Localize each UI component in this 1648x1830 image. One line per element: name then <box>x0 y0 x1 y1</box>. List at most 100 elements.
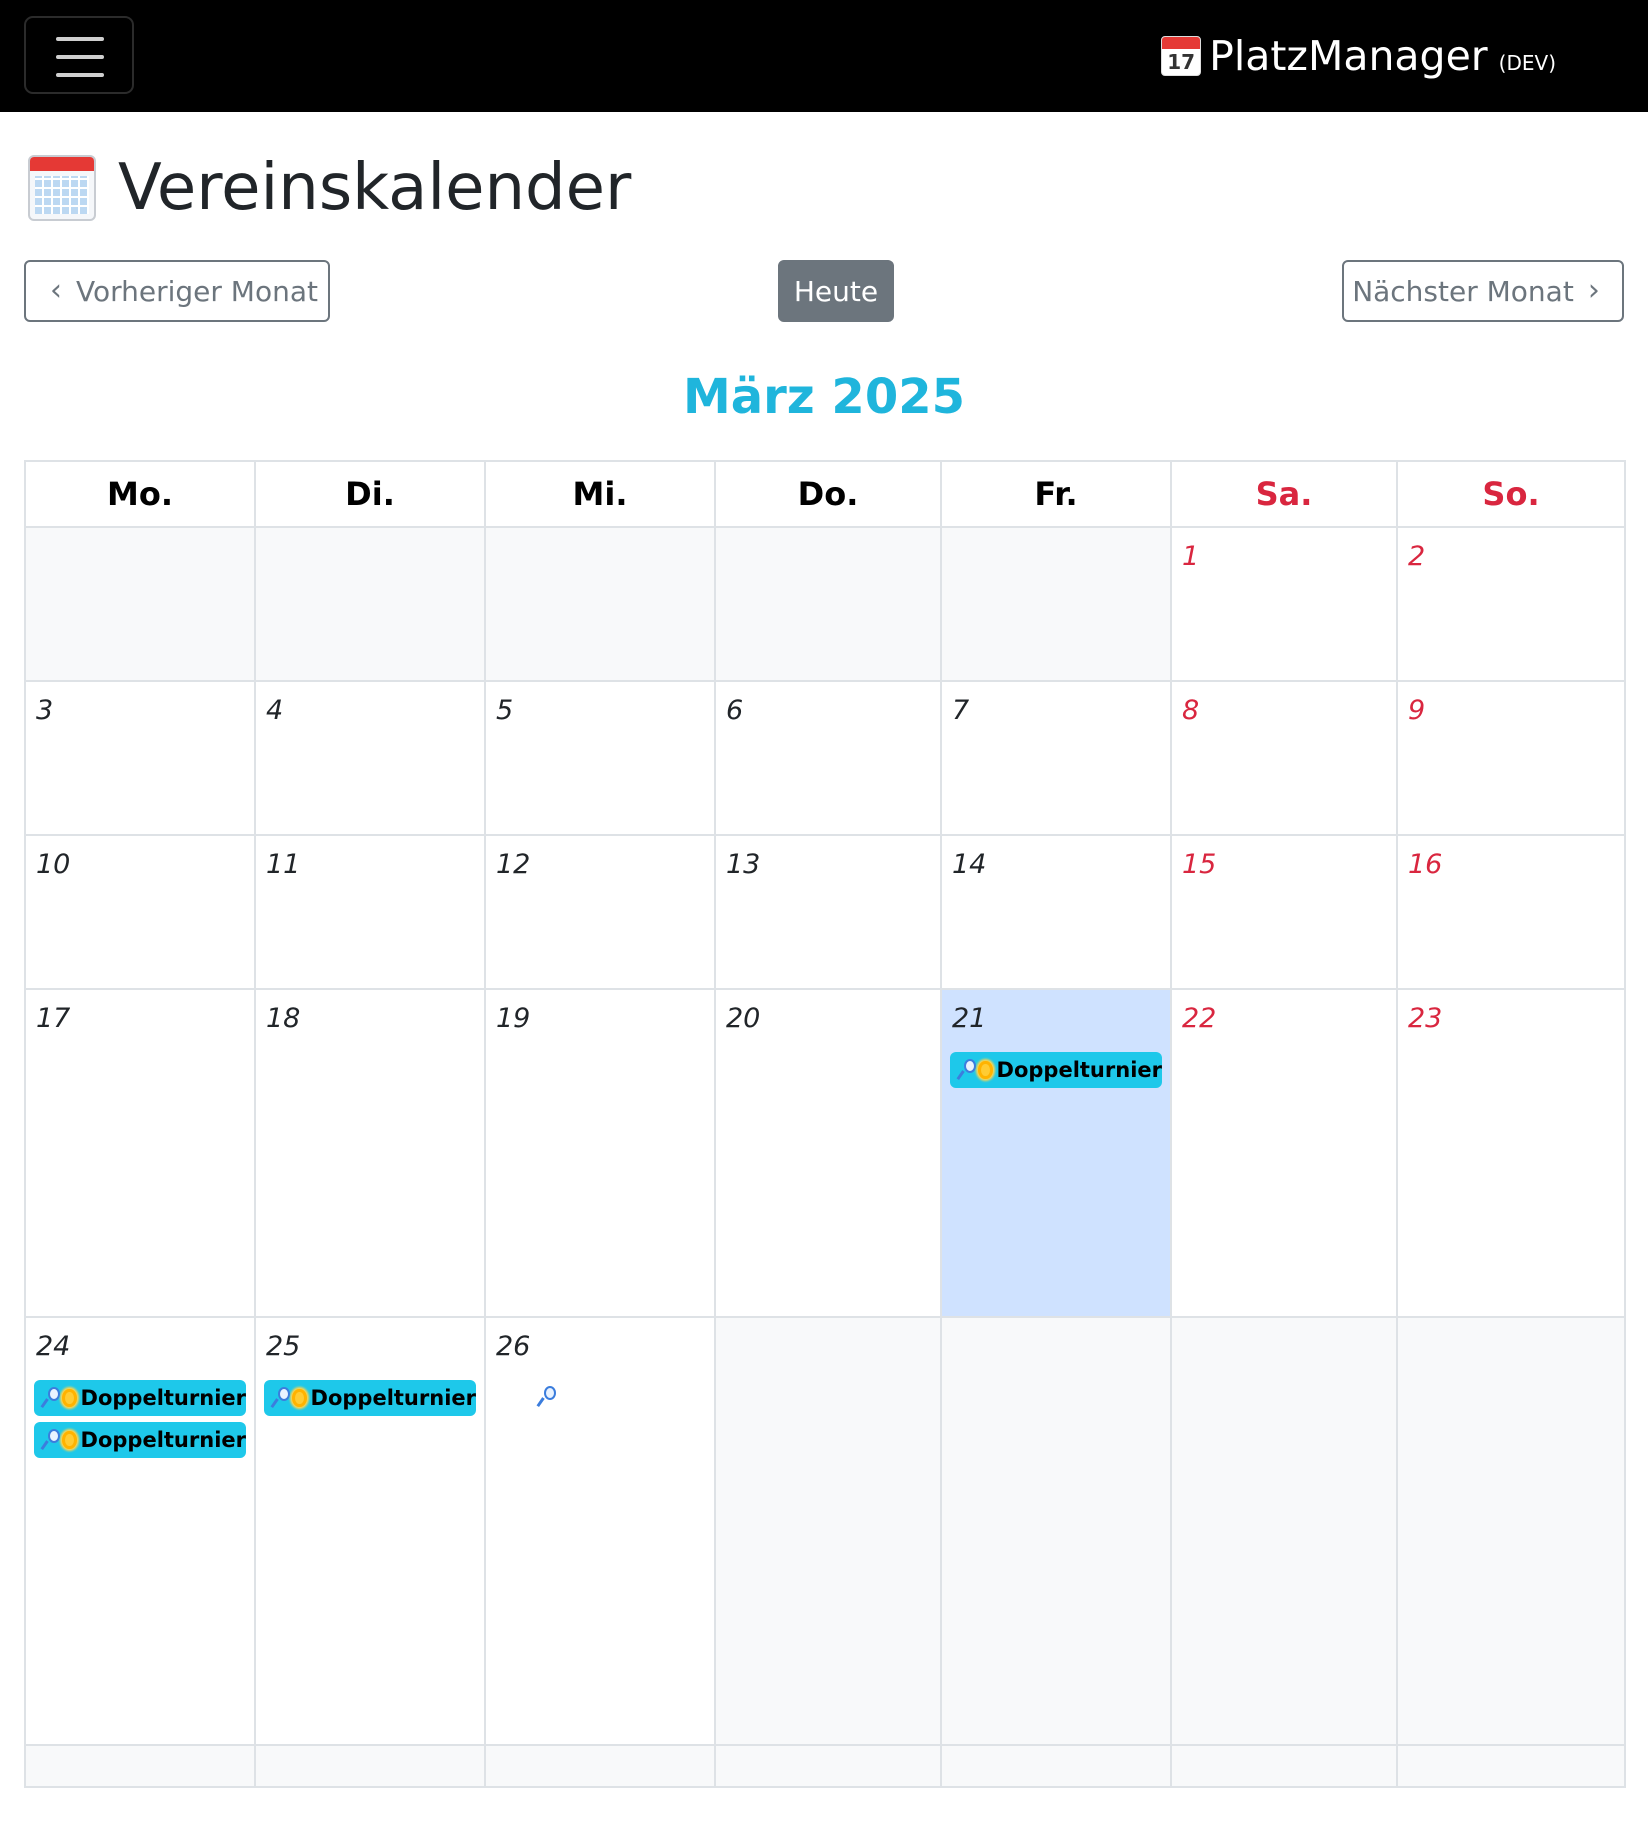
brand-link[interactable]: 17 PlatzManager (DEV) <box>1161 30 1556 82</box>
event-list: Doppelturnier <box>264 1380 476 1422</box>
day-cell[interactable]: 12 <box>484 834 716 990</box>
day-number: 15 <box>1182 849 1217 880</box>
day-cell[interactable]: 20 <box>714 988 942 1318</box>
today-button[interactable]: Heute <box>778 260 894 322</box>
weekday-header: Mi. <box>484 460 716 528</box>
event-chip[interactable]: Doppelturnier <box>34 1380 246 1416</box>
day-number: 5 <box>496 695 514 726</box>
chevron-right-icon: › <box>1587 273 1600 308</box>
event-chip[interactable]: Doppelturnier <box>950 1052 1162 1088</box>
day-number: 7 <box>952 695 970 726</box>
week-row: 3 4 5 6 7 8 9 <box>24 680 1626 836</box>
empty-day-cell <box>254 526 486 682</box>
sun-icon <box>62 1389 77 1407</box>
hamburger-icon-bar <box>56 73 104 77</box>
day-cell[interactable]: 9 <box>1396 680 1626 836</box>
day-cell[interactable]: 5 <box>484 680 716 836</box>
day-number: 13 <box>726 849 761 880</box>
tennis-racket-icon[interactable] <box>538 1386 558 1408</box>
event-chip[interactable]: Doppelturnier <box>264 1380 476 1416</box>
empty-day-cell <box>1170 1744 1398 1788</box>
tennis-racket-icon <box>272 1387 291 1409</box>
previous-month-button[interactable]: ‹ Vorheriger Monat <box>24 260 330 322</box>
tennis-racket-icon <box>958 1059 977 1081</box>
empty-day-cell <box>1170 1316 1398 1746</box>
event-chip[interactable]: Doppelturnier <box>34 1422 246 1458</box>
sun-icon <box>978 1061 993 1079</box>
weekday-header: Di. <box>254 460 486 528</box>
day-cell[interactable]: 6 <box>714 680 942 836</box>
day-number: 20 <box>726 1003 761 1034</box>
day-number: 14 <box>952 849 987 880</box>
day-cell[interactable]: 8 <box>1170 680 1398 836</box>
day-number: 3 <box>36 695 54 726</box>
page-title: Vereinskalender <box>118 151 632 225</box>
calendar-icon <box>28 155 96 221</box>
day-cell[interactable]: 11 <box>254 834 486 990</box>
empty-day-cell <box>940 1316 1172 1746</box>
today-label: Heute <box>793 274 879 308</box>
day-cell[interactable]: 22 <box>1170 988 1398 1318</box>
day-cell[interactable]: 1 <box>1170 526 1398 682</box>
empty-day-cell <box>714 1744 942 1788</box>
day-number: 6 <box>726 695 744 726</box>
event-title: Doppelturnier <box>80 1386 246 1410</box>
day-number: 12 <box>496 849 531 880</box>
day-cell[interactable]: 26 <box>484 1316 716 1746</box>
calendar-icon-day: 17 <box>1167 50 1196 74</box>
day-number: 10 <box>36 849 71 880</box>
day-number: 19 <box>496 1003 531 1034</box>
day-number: 25 <box>266 1331 301 1362</box>
empty-day-cell <box>714 1316 942 1746</box>
week-row <box>24 1744 1626 1788</box>
sun-icon <box>62 1431 77 1449</box>
event-title: Doppelturnier <box>996 1058 1162 1082</box>
day-number: 4 <box>266 695 284 726</box>
day-cell[interactable]: 7 <box>940 680 1172 836</box>
day-cell[interactable]: 4 <box>254 680 486 836</box>
week-row: 17 18 19 20 21 Doppelturnier 22 23 <box>24 988 1626 1318</box>
day-number: 11 <box>266 849 301 880</box>
empty-day-cell <box>940 1744 1172 1788</box>
next-month-button[interactable]: Nächster Monat › <box>1342 260 1624 322</box>
day-cell[interactable]: 13 <box>714 834 942 990</box>
top-navbar: 17 PlatzManager (DEV) <box>0 0 1648 112</box>
sun-icon <box>292 1389 307 1407</box>
menu-toggle-button[interactable] <box>24 16 134 94</box>
day-cell[interactable]: 14 <box>940 834 1172 990</box>
weekday-header: Sa. <box>1170 460 1398 528</box>
day-number: 16 <box>1408 849 1443 880</box>
day-cell[interactable]: 10 <box>24 834 256 990</box>
day-cell[interactable]: 17 <box>24 988 256 1318</box>
event-list: Doppelturnier <box>950 1052 1162 1094</box>
empty-day-cell <box>254 1744 486 1788</box>
day-cell[interactable]: 2 <box>1396 526 1626 682</box>
day-cell[interactable]: 24 Doppelturnier Doppelturnier <box>24 1316 256 1746</box>
event-title: Doppelturnier <box>310 1386 476 1410</box>
calendar-icon: 17 <box>1161 36 1202 76</box>
day-number: 2 <box>1408 541 1426 572</box>
day-cell[interactable]: 3 <box>24 680 256 836</box>
day-cell-today[interactable]: 21 Doppelturnier <box>940 988 1172 1318</box>
day-cell[interactable]: 23 <box>1396 988 1626 1318</box>
week-row: 10 11 12 13 14 15 16 <box>24 834 1626 990</box>
week-row: 24 Doppelturnier Doppelturnier 25 Doppel… <box>24 1316 1626 1746</box>
weekday-header: Do. <box>714 460 942 528</box>
day-cell[interactable]: 15 <box>1170 834 1398 990</box>
day-number: 23 <box>1408 1003 1443 1034</box>
week-row: 1 2 <box>24 526 1626 682</box>
tennis-racket-icon <box>42 1429 61 1451</box>
day-cell[interactable]: 19 <box>484 988 716 1318</box>
brand-env-badge: (DEV) <box>1498 51 1556 75</box>
next-month-label: Nächster Monat <box>1352 274 1574 308</box>
weekday-header-row: Mo. Di. Mi. Do. Fr. Sa. So. <box>24 460 1626 528</box>
day-cell[interactable]: 25 Doppelturnier <box>254 1316 486 1746</box>
day-cell[interactable]: 16 <box>1396 834 1626 990</box>
empty-day-cell <box>484 526 716 682</box>
day-number: 24 <box>36 1331 71 1362</box>
month-title: März 2025 <box>682 369 966 425</box>
event-title: Doppelturnier <box>80 1428 246 1452</box>
day-cell[interactable]: 18 <box>254 988 486 1318</box>
empty-day-cell <box>714 526 942 682</box>
chevron-left-icon: ‹ <box>50 273 62 308</box>
